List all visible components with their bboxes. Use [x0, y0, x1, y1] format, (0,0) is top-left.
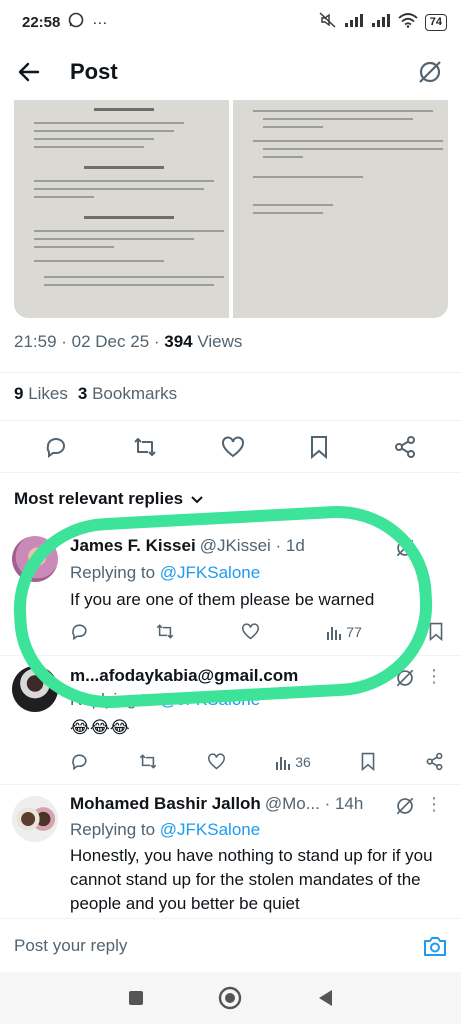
more-options-icon[interactable]: ⋮ — [425, 794, 443, 815]
share-icon[interactable] — [393, 435, 417, 459]
reply-actions: 77 — [70, 622, 444, 641]
avatar[interactable] — [12, 536, 58, 582]
memorandum-image-2[interactable] — [233, 100, 448, 318]
more-notifications-icon: ··· — [92, 13, 108, 31]
reply-text: Honestly, you have nothing to stand up f… — [70, 846, 433, 913]
avatar[interactable] — [12, 796, 58, 842]
mute-icon — [319, 12, 337, 32]
reply-icon[interactable] — [70, 622, 89, 641]
engagement-counts: 9 Likes 3 Bookmarks — [14, 384, 177, 404]
reply-item[interactable]: m...afodaykabia@gmail.com ⋮ Replying to … — [0, 660, 461, 780]
status-bar: 22:58 ··· 74 — [0, 0, 461, 44]
reply-composer[interactable]: Post your reply — [0, 918, 461, 972]
grok-icon[interactable] — [395, 796, 415, 816]
views-button[interactable]: 36 — [275, 754, 311, 770]
like-heart-icon[interactable] — [207, 753, 226, 770]
repost-icon[interactable] — [138, 752, 158, 771]
views-button[interactable]: 77 — [326, 624, 362, 640]
page-title: Post — [70, 59, 118, 84]
reply-actions: 36 — [70, 752, 444, 771]
reply-text: If you are one of them please be warned — [70, 590, 375, 609]
views-label: Views — [192, 332, 243, 351]
replying-to-link[interactable]: @JFKSalone — [160, 820, 260, 839]
reply-item[interactable]: Mohamed Bashir Jalloh @Mo... · 14h ⋮ Rep… — [0, 790, 461, 918]
views-chart-icon — [327, 626, 342, 640]
reply-author-handle: @Mo... · 14h — [264, 794, 364, 813]
recent-apps-square-icon[interactable] — [127, 989, 145, 1007]
repost-icon[interactable] — [132, 435, 158, 459]
bookmark-icon[interactable] — [309, 435, 329, 459]
reply-view-count: 36 — [295, 753, 311, 770]
reply-view-count: 77 — [346, 623, 362, 640]
replying-to: Replying to @JFKSalone — [70, 690, 261, 709]
grok-icon[interactable] — [417, 59, 443, 85]
post-actions — [0, 428, 461, 466]
bookmark-icon[interactable] — [360, 752, 376, 771]
post-time: 21:59 · 02 Dec 25 · — [14, 332, 165, 351]
replying-to-link[interactable]: @JFKSalone — [160, 563, 260, 582]
post-media[interactable] — [14, 100, 448, 318]
reply-author-handle: @JKissei · 1d — [199, 536, 305, 555]
replying-to: Replying to @JFKSalone — [70, 563, 261, 582]
share-icon[interactable] — [425, 752, 444, 771]
replying-to: Replying to @JFKSalone — [70, 820, 261, 839]
divider — [0, 655, 461, 656]
top-app-bar: Post — [0, 44, 461, 100]
back-arrow-icon[interactable] — [18, 62, 40, 82]
camera-icon[interactable] — [423, 935, 447, 957]
like-heart-icon[interactable] — [241, 623, 260, 640]
divider — [0, 420, 461, 421]
reply-author-name[interactable]: James F. Kissei — [70, 536, 196, 556]
chevron-down-icon — [191, 489, 203, 509]
whatsapp-icon — [68, 12, 84, 32]
battery-indicator: 74 — [424, 13, 447, 31]
more-options-icon[interactable]: ⋮ — [425, 666, 443, 687]
bookmark-icon[interactable] — [428, 622, 444, 641]
reply-author-name[interactable]: m...afodaykabia@gmail.com — [70, 666, 298, 686]
divider — [0, 784, 461, 785]
replies-sort-dropdown[interactable]: Most relevant replies — [14, 489, 203, 509]
reply-item[interactable]: James F. Kissei @JKissei · 1d Replying t… — [0, 530, 461, 650]
likes-count[interactable]: 9 Likes — [14, 384, 68, 404]
status-time: 22:58 — [22, 13, 61, 31]
reply-author-name[interactable]: Mohamed Bashir Jalloh — [70, 794, 261, 814]
bookmarks-count[interactable]: 3 Bookmarks — [78, 384, 177, 404]
divider — [0, 472, 461, 473]
grok-icon[interactable] — [395, 668, 415, 688]
signal-icon-2 — [371, 13, 391, 31]
memorandum-image-1[interactable] — [14, 100, 229, 318]
replies-sort-label: Most relevant replies — [14, 489, 184, 508]
like-heart-icon[interactable] — [221, 436, 245, 458]
views-chart-icon — [276, 756, 291, 770]
replying-to-link[interactable]: @JFKSalone — [160, 690, 260, 709]
post-timestamp: 21:59 · 02 Dec 25 · 394 Views — [14, 332, 242, 352]
divider — [0, 372, 461, 373]
reply-icon[interactable] — [70, 752, 89, 771]
wifi-icon — [398, 12, 418, 32]
reply-icon[interactable] — [44, 435, 68, 459]
signal-icon — [344, 13, 364, 31]
system-navigation-bar — [0, 972, 461, 1024]
repost-icon[interactable] — [155, 622, 175, 641]
back-triangle-icon[interactable] — [316, 988, 334, 1008]
avatar[interactable] — [12, 666, 58, 712]
reply-input[interactable]: Post your reply — [14, 936, 127, 956]
home-circle-icon[interactable] — [218, 986, 242, 1010]
grok-icon[interactable] — [395, 538, 415, 558]
reply-text: 😂😂😂 — [70, 718, 130, 737]
view-count: 394 — [164, 332, 193, 351]
